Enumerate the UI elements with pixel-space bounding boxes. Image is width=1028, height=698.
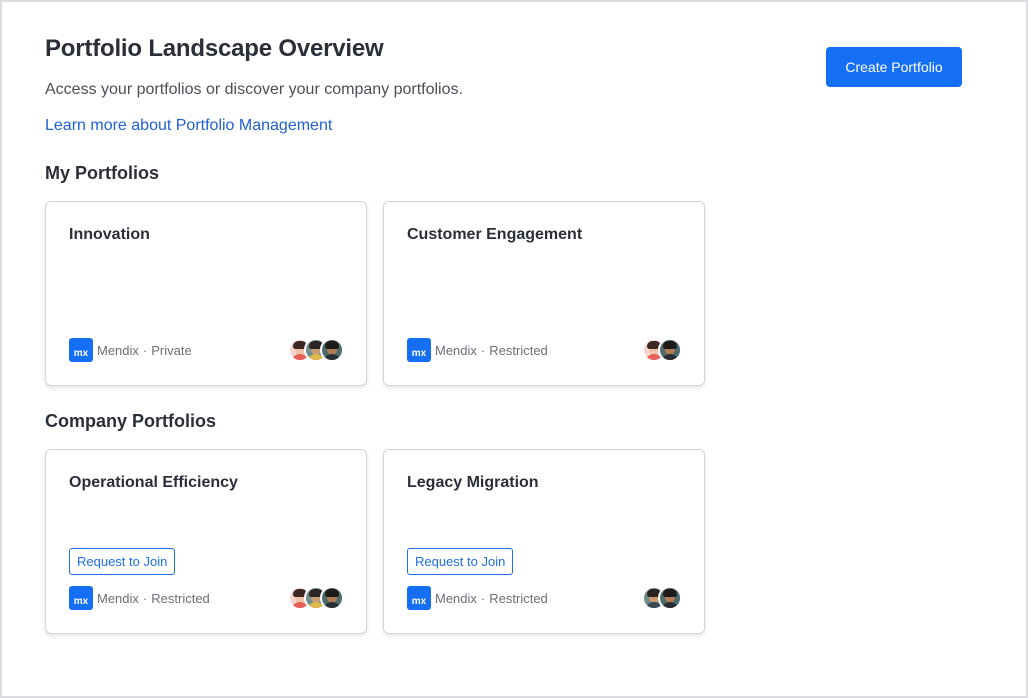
card-title: Innovation bbox=[69, 226, 150, 243]
card-footer: mx Mendix · Restricted bbox=[69, 586, 344, 610]
org-info: mx Mendix · Restricted bbox=[407, 338, 548, 362]
visibility-label: Private bbox=[151, 342, 192, 358]
portfolio-card-customer-engagement[interactable]: Customer Engagement mx Mendix · Restrict… bbox=[383, 201, 705, 386]
portfolio-card-innovation[interactable]: Innovation mx Mendix · Private bbox=[45, 201, 367, 386]
mendix-logo-icon: mx bbox=[69, 338, 93, 362]
avatar bbox=[658, 338, 682, 362]
org-name: Mendix bbox=[97, 342, 139, 358]
card-footer: mx Mendix · Restricted bbox=[407, 338, 682, 362]
mendix-logo-icon: mx bbox=[407, 338, 431, 362]
visibility-label: Restricted bbox=[489, 590, 548, 606]
page-subtitle: Access your portfolios or discover your … bbox=[45, 81, 463, 98]
member-avatars[interactable] bbox=[288, 338, 344, 362]
card-title: Operational Efficiency bbox=[69, 474, 238, 491]
avatar bbox=[320, 586, 344, 610]
request-to-join-button[interactable]: Request to Join bbox=[407, 548, 514, 575]
separator: · bbox=[480, 342, 486, 358]
page-title: Portfolio Landscape Overview bbox=[45, 35, 384, 62]
org-info: mx Mendix · Restricted bbox=[407, 586, 548, 610]
card-title: Legacy Migration bbox=[407, 474, 539, 491]
org-name: Mendix bbox=[435, 590, 477, 606]
request-to-join-button[interactable]: Request to Join bbox=[69, 548, 176, 575]
portfolio-card-operational-efficiency[interactable]: Operational Efficiency Request to Join m… bbox=[45, 449, 367, 634]
app-frame: Portfolio Landscape Overview Access your… bbox=[0, 0, 1028, 698]
separator: · bbox=[480, 590, 486, 606]
mendix-logo-icon: mx bbox=[407, 586, 431, 610]
my-portfolios-heading: My Portfolios bbox=[45, 163, 160, 183]
portfolio-card-legacy-migration[interactable]: Legacy Migration Request to Join mx Mend… bbox=[383, 449, 705, 634]
card-title: Customer Engagement bbox=[407, 226, 583, 243]
member-avatars[interactable] bbox=[642, 338, 682, 362]
org-name: Mendix bbox=[435, 342, 477, 358]
member-avatars[interactable] bbox=[288, 586, 344, 610]
card-footer: mx Mendix · Restricted bbox=[407, 586, 682, 610]
avatar bbox=[320, 338, 344, 362]
learn-more-link[interactable]: Learn more about Portfolio Management bbox=[45, 117, 332, 135]
org-info: mx Mendix · Restricted bbox=[69, 586, 210, 610]
company-portfolios-heading: Company Portfolios bbox=[45, 411, 217, 431]
create-portfolio-button[interactable]: Create Portfolio bbox=[826, 47, 962, 87]
avatar bbox=[658, 586, 682, 610]
org-name: Mendix bbox=[97, 590, 139, 606]
member-avatars[interactable] bbox=[642, 586, 682, 610]
visibility-label: Restricted bbox=[489, 342, 548, 358]
visibility-label: Restricted bbox=[151, 590, 210, 606]
card-footer: mx Mendix · Private bbox=[69, 338, 344, 362]
org-info: mx Mendix · Private bbox=[69, 338, 192, 362]
separator: · bbox=[142, 342, 148, 358]
separator: · bbox=[142, 590, 148, 606]
mendix-logo-icon: mx bbox=[69, 586, 93, 610]
